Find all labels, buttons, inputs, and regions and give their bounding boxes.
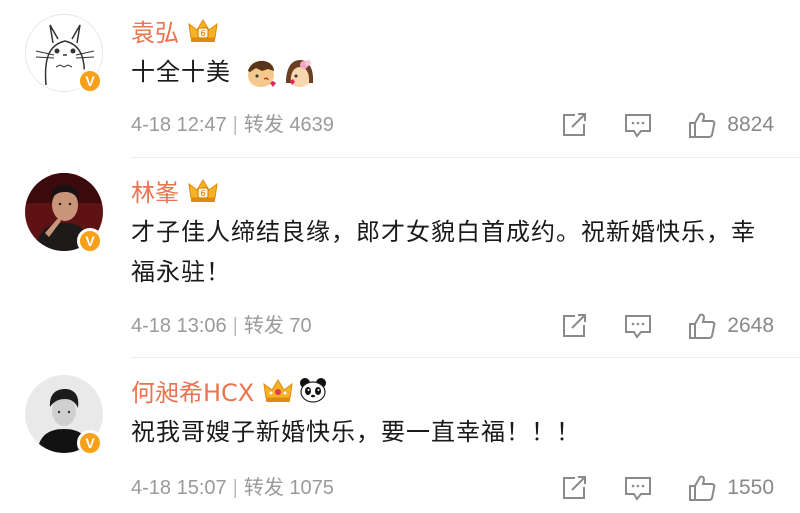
like-thumb-icon[interactable] xyxy=(687,110,717,140)
author-name[interactable]: 林峯 xyxy=(131,173,179,208)
divider xyxy=(131,157,800,158)
panda-icon xyxy=(298,376,328,404)
verified-badge-icon: V xyxy=(77,430,103,456)
comment-actions: 2648 xyxy=(559,311,774,341)
like-thumb-icon[interactable] xyxy=(687,473,717,503)
comment-actions: 8824 xyxy=(559,110,774,140)
repost-count: 4639 xyxy=(289,114,334,136)
comment-actions: 1550 xyxy=(559,473,774,503)
comment-author[interactable]: 林峯 6 xyxy=(131,173,219,208)
comment-body: 十全十美 xyxy=(131,58,231,86)
share-icon[interactable] xyxy=(559,473,589,503)
repost-count: 1075 xyxy=(289,477,334,499)
kiss-boy-emoji-icon xyxy=(244,57,278,89)
comment-author[interactable]: 何昶希HCX xyxy=(131,373,328,408)
like-count: 8824 xyxy=(727,113,774,136)
repost-label[interactable]: 转发 xyxy=(244,315,284,337)
share-icon[interactable] xyxy=(559,110,589,140)
repost-count: 70 xyxy=(289,315,312,337)
comment-icon[interactable] xyxy=(623,110,653,140)
comment-meta: 4-18 13:06 | 转发 70 xyxy=(131,314,312,338)
svg-text:6: 6 xyxy=(200,189,205,198)
vip-crown-icon: 6 xyxy=(187,176,219,204)
like-thumb-icon[interactable] xyxy=(687,311,717,341)
author-name[interactable]: 何昶希HCX xyxy=(131,373,254,408)
svg-text:6: 6 xyxy=(200,29,205,38)
comment-time: 4-18 13:06 xyxy=(131,315,227,337)
vip-crown-icon xyxy=(262,376,294,404)
like-count: 2648 xyxy=(727,314,774,337)
meta-separator: | xyxy=(232,114,238,136)
comment-text: 才子佳人缔结良缘，郎才女貌白首成约。祝新婚快乐，幸福永驻！ xyxy=(131,218,756,286)
comment-meta: 4-18 12:47 | 转发 4639 xyxy=(131,113,334,137)
share-icon[interactable] xyxy=(559,311,589,341)
like-count: 1550 xyxy=(727,476,774,499)
comment-text: 十全十美 xyxy=(131,52,771,92)
comment-time: 4-18 15:07 xyxy=(131,477,227,499)
author-name[interactable]: 袁弘 xyxy=(131,13,179,48)
verified-badge-icon: V xyxy=(77,228,103,254)
comment-author[interactable]: 袁弘 6 xyxy=(131,13,219,48)
comment-text: 祝我哥嫂子新婚快乐，要一直幸福！！！ xyxy=(131,418,581,446)
repost-label[interactable]: 转发 xyxy=(244,114,284,136)
comment-meta: 4-18 15:07 | 转发 1075 xyxy=(131,476,334,500)
kiss-girl-emoji-icon xyxy=(282,57,316,89)
repost-label[interactable]: 转发 xyxy=(244,477,284,499)
divider xyxy=(131,357,800,358)
comment-icon[interactable] xyxy=(623,311,653,341)
verified-badge-icon: V xyxy=(77,68,103,94)
meta-separator: | xyxy=(232,315,238,337)
comment-time: 4-18 12:47 xyxy=(131,114,227,136)
comment-icon[interactable] xyxy=(623,473,653,503)
meta-separator: | xyxy=(232,477,238,499)
vip-crown-icon: 6 xyxy=(187,16,219,44)
